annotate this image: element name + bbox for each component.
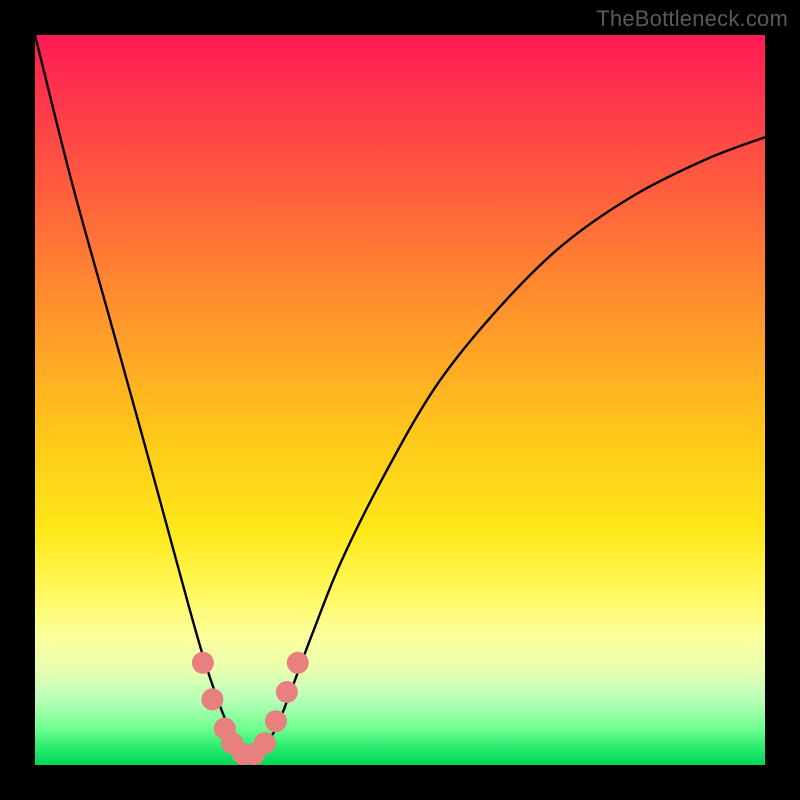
trough-4 — [254, 732, 276, 754]
plot-area — [35, 35, 765, 765]
right-dot-1 — [265, 710, 287, 732]
marker-group — [192, 652, 309, 765]
watermark-text: TheBottleneck.com — [596, 6, 788, 32]
chart-svg — [35, 35, 765, 765]
left-dot-2 — [201, 688, 223, 710]
left-dot-1 — [192, 652, 214, 674]
right-dot-3 — [287, 652, 309, 674]
bottleneck-curve — [35, 35, 765, 759]
right-dot-2 — [276, 681, 298, 703]
chart-frame: TheBottleneck.com — [0, 0, 800, 800]
